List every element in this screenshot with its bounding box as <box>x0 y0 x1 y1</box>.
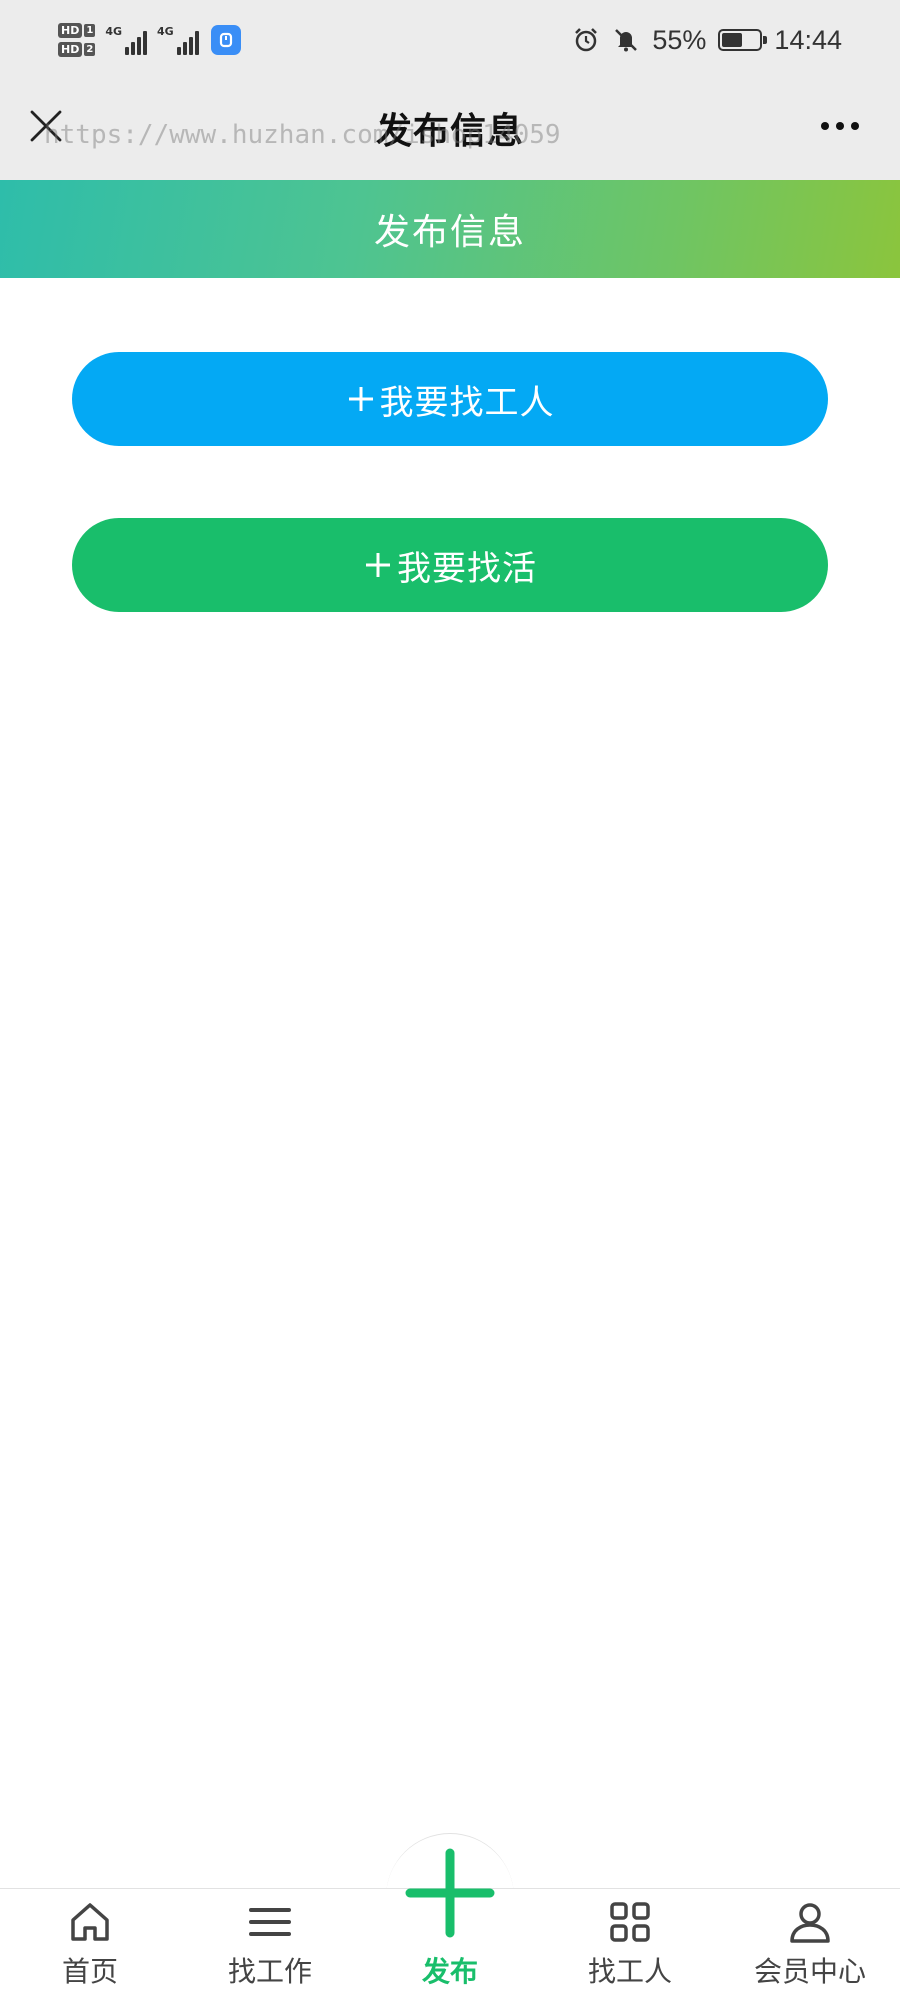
battery-percent: 55% <box>652 24 707 55</box>
grid-icon <box>606 1898 654 1946</box>
menu-icon <box>246 1898 294 1946</box>
signal-icon-1: 4G <box>105 25 147 55</box>
nav-bar: 发布信息 https://www.huzhan.com/ishop14059 <box>0 80 900 180</box>
network-type-2: 4G <box>157 25 174 38</box>
tab-publish-label: 发布 <box>421 1955 478 1988</box>
app-notification-icon <box>210 25 241 55</box>
sim-1-number: 1 <box>84 24 96 37</box>
page-header: 发布信息 <box>0 180 900 278</box>
nav-title: 发布信息 <box>375 111 524 152</box>
find-job-button[interactable]: 我要找活 <box>72 518 828 612</box>
hd-badge-2: HD <box>58 42 83 57</box>
tab-find-job-label: 找工作 <box>227 1955 312 1988</box>
tab-home-label: 首页 <box>61 1955 118 1988</box>
tab-find-workers[interactable]: 找工人 <box>540 1888 720 2000</box>
tab-find-workers-label: 找工人 <box>587 1955 672 1988</box>
bell-muted-icon <box>612 26 640 54</box>
home-icon <box>66 1898 114 1946</box>
signal-icon-2: 4G <box>157 25 199 55</box>
status-left: HD 1 HD 2 4G 4G <box>58 14 241 66</box>
tab-publish[interactable]: 发布 <box>360 1888 540 2000</box>
alarm-icon <box>572 26 600 54</box>
sim-indicators: HD 1 HD 2 <box>58 23 96 57</box>
battery-icon <box>718 29 768 51</box>
tab-home[interactable]: 首页 <box>0 1888 180 2000</box>
find-job-label: 我要找活 <box>397 548 537 589</box>
more-options-button[interactable] <box>810 106 870 146</box>
tab-find-job[interactable]: 找工作 <box>180 1888 360 2000</box>
network-type-1: 4G <box>105 25 122 38</box>
page-title: 发布信息 <box>373 212 526 253</box>
hd-badge-1: HD <box>58 23 83 38</box>
status-bar: HD 1 HD 2 4G 4G 55% 14:44 <box>0 0 900 80</box>
plus-icon <box>366 553 390 577</box>
plus-icon <box>348 387 373 411</box>
status-right: 55% 14:44 <box>572 14 842 66</box>
sim-2-number: 2 <box>84 43 96 56</box>
tab-member-center[interactable]: 会员中心 <box>720 1888 900 2000</box>
more-dot-icon <box>851 122 859 130</box>
more-dot-icon <box>821 122 829 130</box>
more-dot-icon <box>836 122 844 130</box>
find-workers-button[interactable]: 我要找工人 <box>72 352 828 446</box>
clock: 14:44 <box>774 24 842 55</box>
user-icon <box>786 1898 834 1946</box>
tab-member-center-label: 会员中心 <box>753 1955 866 1988</box>
find-workers-label: 我要找工人 <box>379 382 555 423</box>
